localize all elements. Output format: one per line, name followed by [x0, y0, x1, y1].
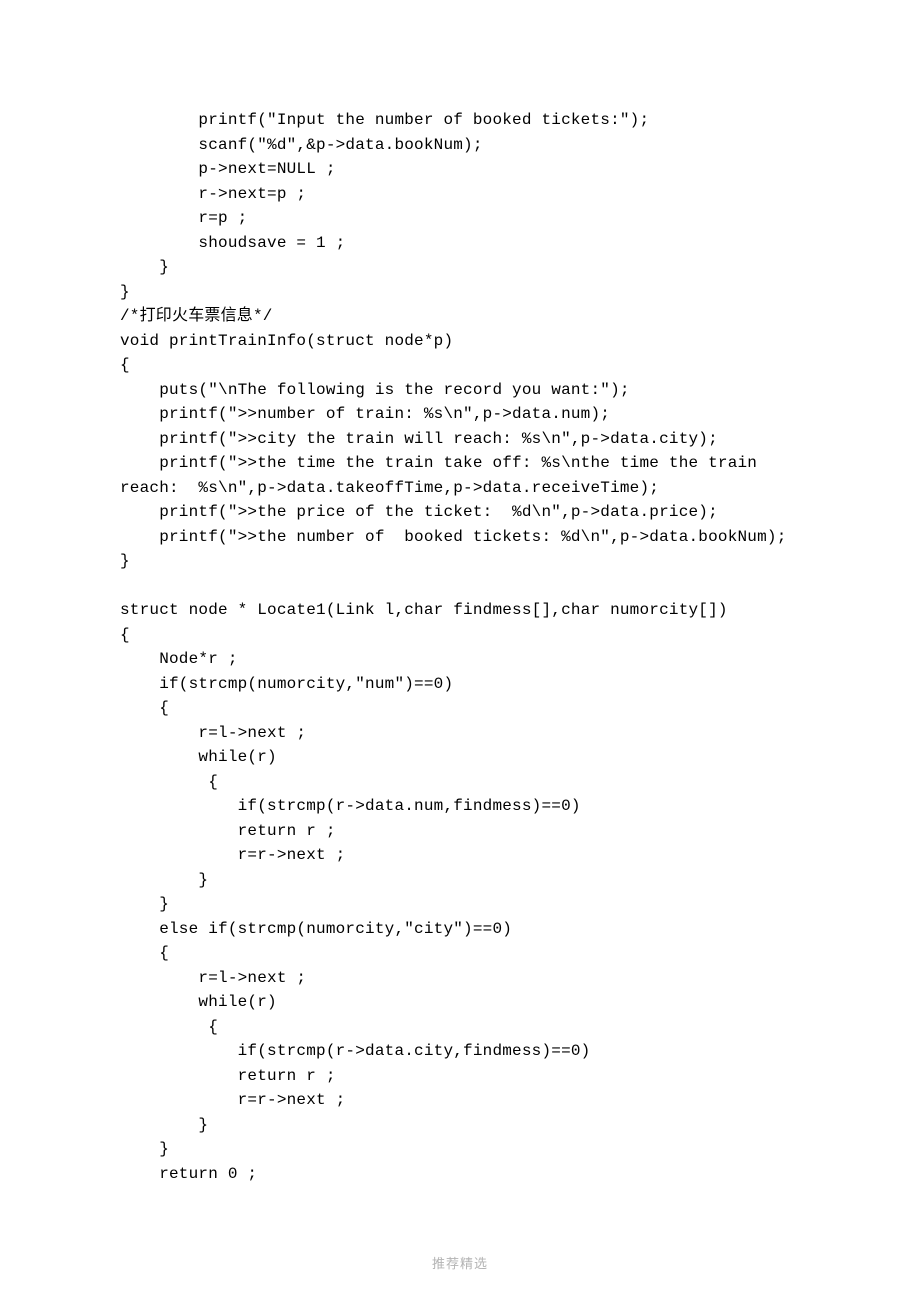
code-line: printf(">>city the train will reach: %s\…: [120, 430, 718, 448]
code-line: printf("Input the number of booked ticke…: [120, 111, 649, 129]
code-block: printf("Input the number of booked ticke…: [120, 108, 800, 1186]
code-line: }: [120, 895, 169, 913]
code-line: {: [120, 1018, 218, 1036]
code-line: }: [120, 1116, 208, 1134]
code-line: {: [120, 773, 218, 791]
code-line: shoudsave = 1 ;: [120, 234, 345, 252]
code-line: return r ;: [120, 1067, 336, 1085]
code-line: }: [120, 283, 130, 301]
code-line: {: [120, 699, 169, 717]
code-line: if(strcmp(r->data.num,findmess)==0): [120, 797, 581, 815]
code-line: r->next=p ;: [120, 185, 306, 203]
code-line: }: [120, 552, 130, 570]
code-line: printf(">>the number of booked tickets: …: [120, 528, 787, 546]
code-line: {: [120, 944, 169, 962]
code-line: {: [120, 356, 130, 374]
code-line: }: [120, 258, 169, 276]
code-line: r=l->next ;: [120, 724, 306, 742]
code-line: /*打印火车票信息*/: [120, 307, 273, 325]
code-line: void printTrainInfo(struct node*p): [120, 332, 453, 350]
code-line: while(r): [120, 748, 277, 766]
code-line: printf(">>number of train: %s\n",p->data…: [120, 405, 610, 423]
code-line: puts("\nThe following is the record you …: [120, 381, 630, 399]
code-line: }: [120, 871, 208, 889]
code-line: r=r->next ;: [120, 846, 345, 864]
code-line: printf(">>the time the train take off: %…: [120, 454, 757, 472]
code-line: p->next=NULL ;: [120, 160, 336, 178]
code-line: r=l->next ;: [120, 969, 306, 987]
code-line: return 0 ;: [120, 1165, 257, 1183]
code-line: scanf("%d",&p->data.bookNum);: [120, 136, 483, 154]
code-line: printf(">>the price of the ticket: %d\n"…: [120, 503, 718, 521]
code-line: reach: %s\n",p->data.takeoffTime,p->data…: [120, 479, 659, 497]
code-line: r=p ;: [120, 209, 247, 227]
code-line: if(strcmp(r->data.city,findmess)==0): [120, 1042, 590, 1060]
page-footer: 推荐精选: [0, 1253, 920, 1272]
code-line: }: [120, 1140, 169, 1158]
code-line: else if(strcmp(numorcity,"city")==0): [120, 920, 512, 938]
code-line: return r ;: [120, 822, 336, 840]
code-line: {: [120, 626, 130, 644]
code-line: while(r): [120, 993, 277, 1011]
code-line: Node*r ;: [120, 650, 238, 668]
code-line: if(strcmp(numorcity,"num")==0): [120, 675, 453, 693]
document-page: printf("Input the number of booked ticke…: [0, 0, 920, 1302]
code-line: r=r->next ;: [120, 1091, 345, 1109]
code-line: struct node * Locate1(Link l,char findme…: [120, 601, 728, 619]
